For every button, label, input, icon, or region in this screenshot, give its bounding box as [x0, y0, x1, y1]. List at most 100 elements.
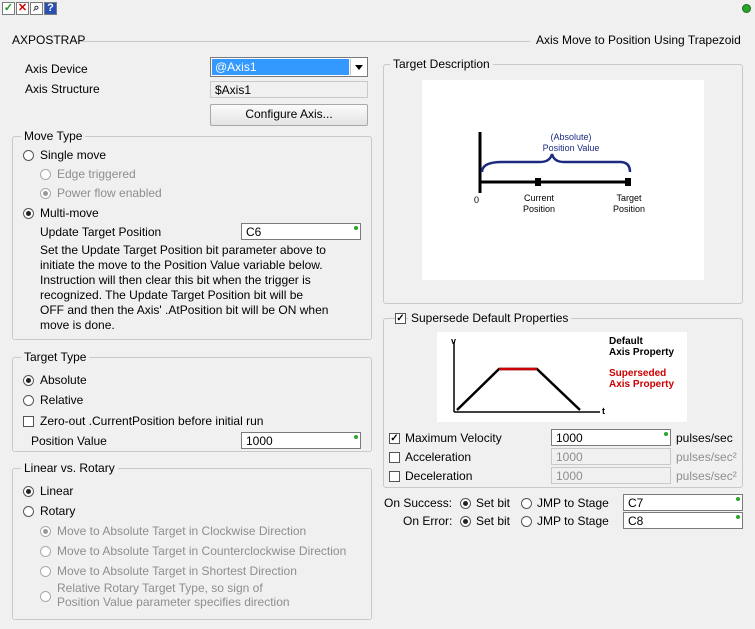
target-line: Target [616, 193, 642, 203]
target-type-title: Target Type [21, 350, 90, 364]
description-line: recognized. The Update Target Position b… [40, 288, 304, 302]
axis-property-line: Axis Property [609, 347, 675, 358]
counterclockwise-radio[interactable] [40, 546, 51, 557]
success-set-bit-radio[interactable] [460, 498, 471, 509]
rotary-radio[interactable] [23, 506, 34, 517]
max-velocity-value: 1000 [556, 431, 583, 445]
multi-move-description: Set the Update Target Position bit param… [40, 243, 370, 333]
supersede-checkbox[interactable]: ✓ [395, 313, 406, 324]
description-line: Instruction will then clear this bit whe… [40, 273, 311, 287]
description-line: initiate the move to the Position Value … [40, 258, 323, 272]
chevron-down-icon[interactable] [350, 59, 366, 75]
deceleration-label: Deceleration [405, 469, 473, 483]
clockwise-label: Move to Absolute Target in Clockwise Dir… [57, 524, 307, 538]
edge-triggered-label: Edge triggered [57, 167, 136, 181]
success-set-bit-label: Set bit [476, 496, 511, 510]
power-flow-radio[interactable] [40, 188, 51, 199]
absolute-position-label: (Absolute) Position Value [536, 132, 606, 154]
deceleration-unit: pulses/sec² [676, 469, 737, 483]
max-velocity-field[interactable]: 1000 [551, 429, 671, 446]
zero-out-checkbox[interactable] [23, 416, 34, 427]
relative-radio[interactable] [23, 395, 34, 406]
shortest-radio[interactable] [40, 566, 51, 577]
position-value-line: Position Value [542, 143, 600, 153]
success-jmp-radio[interactable] [521, 498, 532, 509]
deceleration-checkbox[interactable] [389, 471, 400, 482]
acceleration-checkbox[interactable] [389, 452, 400, 463]
error-set-bit-radio[interactable] [460, 516, 471, 527]
acceleration-unit: pulses/sec² [676, 450, 737, 464]
relative-rotary-radio[interactable] [40, 591, 51, 602]
multi-move-label: Multi-move [40, 206, 99, 220]
accept-button[interactable]: ✓ [2, 2, 15, 15]
single-move-radio[interactable] [23, 150, 34, 161]
max-velocity-label: Maximum Velocity [405, 431, 502, 445]
current-line: Current [523, 193, 554, 203]
zero-out-label: Zero-out .CurrentPosition before initial… [40, 414, 264, 428]
error-stage-value: C8 [628, 514, 644, 528]
description-line: move is done. [40, 318, 115, 332]
edge-triggered-radio[interactable] [40, 169, 51, 180]
position-value-field[interactable]: 1000 [241, 432, 361, 449]
success-stage-field[interactable]: C7 [623, 494, 743, 511]
zero-label: 0 [474, 195, 480, 205]
update-target-field[interactable]: C6 [241, 223, 361, 240]
cancel-button[interactable]: ✕ [16, 2, 29, 15]
axis-device-label: Axis Device [25, 62, 88, 76]
absolute-radio[interactable] [23, 375, 34, 386]
default-property-legend: Default Axis Property [609, 336, 674, 358]
valid-dot-icon [354, 435, 358, 439]
supersede-title: Supersede Default Properties [408, 311, 572, 325]
relative-rotary-label: Relative Rotary Target Type, so sign of … [57, 581, 290, 609]
absolute-line: (Absolute) [550, 132, 592, 142]
default-line: Default [609, 336, 643, 347]
deceleration-field[interactable]: 1000 [551, 467, 671, 484]
help-button[interactable]: ? [44, 2, 57, 15]
clockwise-radio[interactable] [40, 526, 51, 537]
velocity-profile-graph: v t Default Axis Property Superseded Axi… [437, 332, 687, 422]
axis-property-line: Axis Property [609, 379, 675, 390]
valid-dot-icon [736, 515, 740, 519]
error-jmp-label: JMP to Stage [537, 514, 609, 528]
instruction-description: Axis Move to Position Using Trapezoid [536, 33, 741, 47]
update-target-label: Update Target Position [40, 225, 162, 239]
t-axis-label: t [602, 406, 605, 416]
superseded-line: Superseded [609, 368, 667, 379]
multi-move-radio[interactable] [23, 208, 34, 219]
target-description-title: Target Description [390, 57, 493, 71]
max-velocity-checkbox[interactable]: ✓ [389, 433, 400, 444]
axis-device-select[interactable]: @Axis1 [210, 57, 368, 77]
linear-rotary-title: Linear vs. Rotary [21, 461, 118, 475]
acceleration-field[interactable]: 1000 [551, 448, 671, 465]
find-icon[interactable]: ⌕ [30, 2, 43, 15]
shortest-label: Move to Absolute Target in Shortest Dire… [57, 564, 297, 578]
update-target-value: C6 [246, 225, 262, 239]
position-value-label: Position Value [31, 434, 107, 448]
configure-axis-button[interactable]: Configure Axis... [210, 104, 368, 126]
default-profile-line [456, 367, 581, 411]
move-type-title: Move Type [21, 129, 86, 143]
error-set-bit-label: Set bit [476, 514, 511, 528]
relative-label: Relative [40, 393, 84, 407]
rotary-label: Rotary [40, 504, 76, 518]
power-flow-label: Power flow enabled [57, 186, 162, 200]
target-position-marker [625, 178, 631, 186]
absolute-label: Absolute [40, 373, 87, 387]
status-indicator-icon [742, 4, 751, 13]
error-stage-field[interactable]: C8 [623, 512, 743, 529]
current-position-marker [535, 178, 541, 186]
position-value: 1000 [246, 434, 273, 448]
v-axis-label: v [451, 336, 457, 346]
current-position-label: Current Position [514, 193, 564, 215]
target-position-line: Position [612, 204, 646, 214]
linear-radio[interactable] [23, 486, 34, 497]
relative-rotary-line: Relative Rotary Target Type, so sign of [57, 581, 263, 595]
max-velocity-unit: pulses/sec [676, 431, 733, 445]
on-success-label: On Success: [384, 496, 453, 510]
valid-dot-icon [664, 432, 668, 436]
on-error-label: On Error: [403, 514, 453, 528]
instruction-name: AXPOSTRAP [12, 33, 86, 47]
error-jmp-radio[interactable] [521, 516, 532, 527]
relative-rotary-line: Position Value parameter specifies direc… [57, 595, 290, 609]
valid-dot-icon [736, 497, 740, 501]
